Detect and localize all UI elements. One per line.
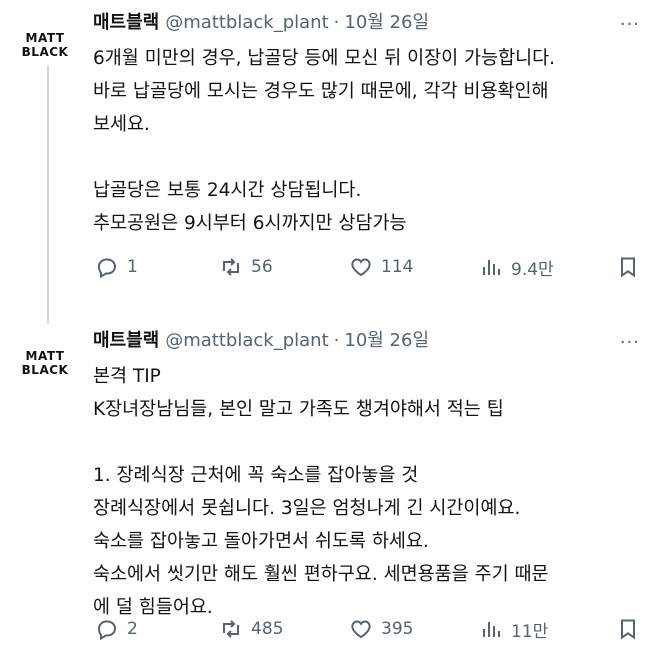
views-icon bbox=[483, 622, 500, 637]
retweet-button[interactable]: 485 bbox=[219, 617, 283, 641]
views-count: 11만 bbox=[511, 621, 549, 642]
thread-line bbox=[47, 64, 49, 324]
reply-count: 1 bbox=[127, 257, 138, 277]
tweet-text: 본격 TIP K장녀장남님들, 본인 말고 가족도 챙겨야해서 적는 팁 1. … bbox=[93, 360, 640, 624]
tweet-text-line: 보세요. bbox=[93, 114, 150, 135]
tweet-text-line: 본격 TIP bbox=[93, 366, 161, 387]
retweet-icon bbox=[223, 620, 239, 638]
like-count: 114 bbox=[381, 257, 414, 277]
reply-button[interactable]: 2 bbox=[95, 617, 138, 641]
tweet-text-line: K장녀장남님들, 본인 말고 가족도 챙겨야해서 적는 팁 bbox=[93, 399, 504, 420]
like-button[interactable]: 114 bbox=[349, 255, 413, 279]
tweet-text-line: 바로 납골당에 모시는 경우도 많기 때문에, 각각 비용확인해 bbox=[93, 81, 549, 102]
retweet-count: 485 bbox=[251, 619, 284, 639]
retweet-button[interactable]: 56 bbox=[219, 255, 273, 279]
tweet-text-line: 장례식장에서 못쉽니다. 3일은 엄청나게 긴 시간이예요. bbox=[93, 498, 521, 519]
bookmark-icon bbox=[621, 257, 635, 278]
views-icon bbox=[483, 260, 500, 275]
tweet-text-line: 납골당은 보통 24시간 상담됩니다. bbox=[93, 180, 362, 201]
tweet-text: 6개월 미만의 경우, 납골당 등에 모신 뒤 이장이 가능합니다. 바로 납골… bbox=[93, 42, 640, 240]
views-count: 9.4만 bbox=[511, 259, 554, 280]
more-options-icon[interactable]: ··· bbox=[620, 14, 640, 35]
tweet-text-line: 숙소를 잡아놓고 돌아가면서 쉬도록 하세요. bbox=[93, 531, 429, 552]
action-bar: 2 485 395 11만 bbox=[93, 614, 640, 644]
avatar[interactable]: MATT BLACK bbox=[14, 24, 76, 66]
like-count: 395 bbox=[381, 619, 414, 639]
more-options-icon[interactable]: ··· bbox=[620, 332, 640, 353]
tweet-text-line bbox=[93, 426, 640, 459]
reply-icon bbox=[97, 620, 117, 641]
tweet-header: 매트블랙 @mattblack_plant · 10월 26일 bbox=[93, 10, 640, 36]
heart-icon bbox=[351, 620, 371, 639]
tweet-date[interactable]: 10월 26일 bbox=[344, 10, 429, 36]
tweet-text-line: 1. 장례식장 근처에 꼭 숙소를 잡아놓을 것 bbox=[93, 465, 419, 486]
tweet[interactable]: MATT BLACK 매트블랙 @mattblack_plant · 10월 2… bbox=[0, 318, 660, 662]
avatar-text-line2: BLACK bbox=[21, 45, 69, 59]
tweet-text-line bbox=[93, 141, 640, 174]
tweet[interactable]: MATT BLACK 매트블랙 @mattblack_plant · 10월 2… bbox=[0, 0, 660, 324]
like-button[interactable]: 395 bbox=[349, 617, 413, 641]
views-button[interactable]: 11만 bbox=[479, 617, 548, 642]
tweet-body: 매트블랙 @mattblack_plant · 10월 26일 ··· 본격 T… bbox=[93, 328, 640, 642]
action-bar: 1 56 114 9.4만 bbox=[93, 252, 640, 282]
tweet-text-line: 6개월 미만의 경우, 납골당 등에 모신 뒤 이장이 가능합니다. bbox=[93, 48, 556, 69]
avatar-text-line2: BLACK bbox=[21, 363, 69, 377]
display-name[interactable]: 매트블랙 bbox=[93, 328, 159, 354]
tweet-text-line: 추모공원은 9시부터 6시까지만 상담가능 bbox=[93, 213, 407, 234]
avatar-text-line1: MATT bbox=[25, 349, 65, 363]
heart-icon bbox=[351, 258, 371, 277]
separator-dot: · bbox=[333, 330, 340, 351]
avatar-text-line1: MATT bbox=[25, 31, 65, 45]
views-button[interactable]: 9.4만 bbox=[479, 255, 554, 280]
user-handle[interactable]: @mattblack_plant bbox=[165, 10, 328, 36]
bookmark-button[interactable] bbox=[616, 617, 640, 641]
tweet-header: 매트블랙 @mattblack_plant · 10월 26일 bbox=[93, 328, 640, 354]
separator-dot: · bbox=[333, 12, 340, 33]
reply-button[interactable]: 1 bbox=[95, 255, 138, 279]
user-handle[interactable]: @mattblack_plant bbox=[165, 328, 328, 354]
bookmark-icon bbox=[621, 619, 635, 640]
retweet-icon bbox=[223, 258, 239, 276]
tweet-text-line: 숙소에서 씻기만 해도 훨씬 편하구요. 세면용품을 주기 때문 bbox=[93, 564, 549, 585]
avatar[interactable]: MATT BLACK bbox=[14, 342, 76, 384]
reply-count: 2 bbox=[127, 619, 138, 639]
display-name[interactable]: 매트블랙 bbox=[93, 10, 159, 36]
retweet-count: 56 bbox=[251, 257, 273, 277]
tweet-body: 매트블랙 @mattblack_plant · 10월 26일 ··· 6개월 … bbox=[93, 10, 640, 280]
tweet-date[interactable]: 10월 26일 bbox=[344, 328, 429, 354]
bookmark-button[interactable] bbox=[616, 255, 640, 279]
reply-icon bbox=[97, 258, 117, 279]
